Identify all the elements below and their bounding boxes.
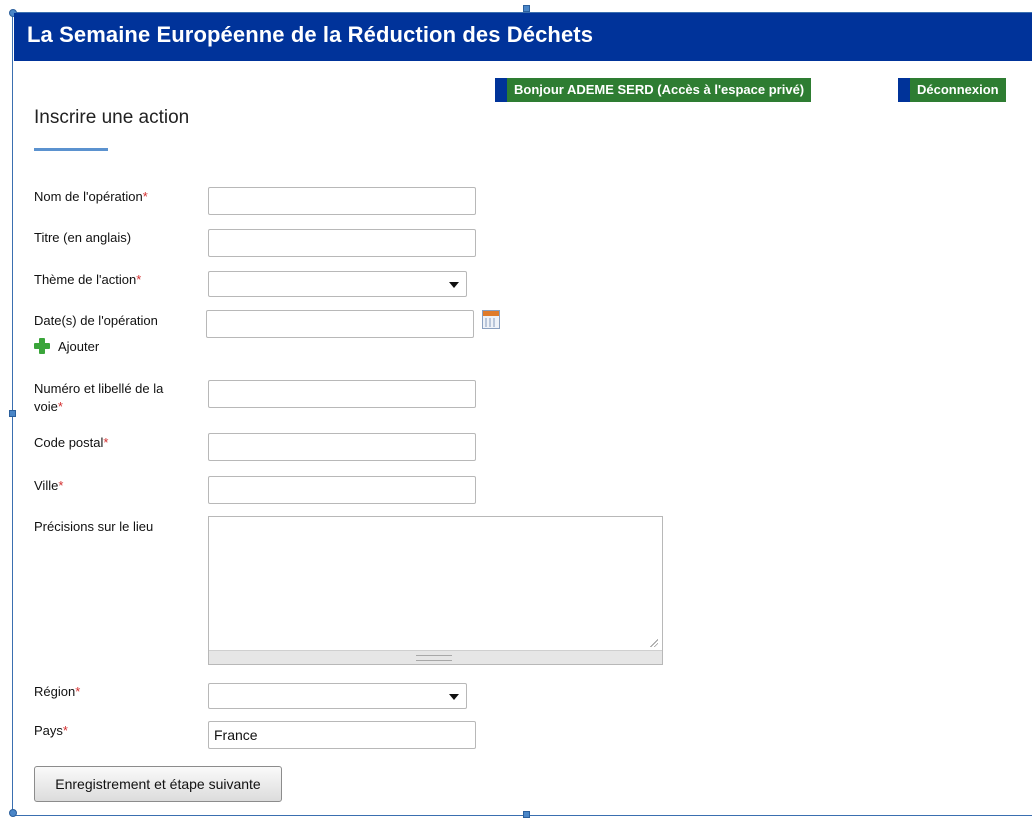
location-details-label: Précisions sur le lieu	[34, 519, 154, 534]
dates-input[interactable]	[206, 310, 474, 338]
calendar-icon[interactable]	[482, 310, 500, 329]
operation-name-label: Nom de l'opération*	[34, 189, 148, 204]
resize-handle-bottom[interactable]	[523, 811, 530, 818]
resize-handle-bottom-left[interactable]	[9, 809, 17, 817]
dates-label: Date(s) de l'opération	[34, 313, 158, 328]
dropdown-arrow-icon	[449, 694, 459, 700]
english-title-input[interactable]	[208, 229, 476, 257]
postal-code-input[interactable]	[208, 433, 476, 461]
site-title: La Semaine Européenne de la Réduction de…	[27, 22, 594, 47]
logout-button[interactable]: Déconnexion	[898, 78, 1006, 102]
add-date-label: Ajouter	[58, 339, 100, 354]
country-label: Pays*	[34, 723, 68, 738]
city-input[interactable]	[208, 476, 476, 504]
scrollbar-thumb[interactable]	[416, 655, 452, 661]
dropdown-arrow-icon	[449, 282, 459, 288]
theme-label: Thème de l'action*	[34, 272, 142, 287]
city-label: Ville*	[34, 478, 64, 493]
street-input[interactable]	[208, 380, 476, 408]
postal-code-label: Code postal*	[34, 435, 109, 450]
resize-handle-top[interactable]	[523, 5, 530, 12]
page-title: Inscrire une action	[34, 107, 190, 128]
resize-grip-icon[interactable]	[649, 638, 658, 647]
street-label: Numéro et libellé de la voie*	[34, 381, 164, 414]
theme-select[interactable]	[208, 271, 467, 297]
region-select[interactable]	[208, 683, 467, 709]
location-details-textarea[interactable]	[208, 516, 663, 665]
country-input[interactable]	[208, 721, 476, 749]
english-title-label: Titre (en anglais)	[34, 230, 132, 245]
heading-underline	[34, 148, 108, 151]
save-next-button[interactable]: Enregistrement et étape suivante	[34, 766, 282, 802]
horizontal-scrollbar[interactable]	[209, 650, 662, 664]
operation-name-input[interactable]	[208, 187, 476, 215]
region-label: Région*	[34, 684, 81, 699]
resize-handle-left[interactable]	[9, 410, 16, 417]
site-header: La Semaine Européenne de la Réduction de…	[14, 13, 1032, 61]
private-space-button[interactable]: Bonjour ADEME SERD (Accès à l'espace pri…	[495, 78, 812, 102]
plus-icon	[34, 338, 50, 354]
selection-frame	[12, 12, 1032, 816]
